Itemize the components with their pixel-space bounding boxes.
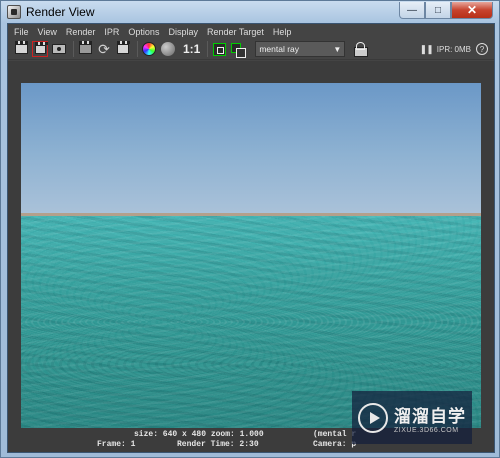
app-icon [7, 5, 21, 19]
render-sequence-icon[interactable] [115, 41, 131, 57]
camera-name: Camera: p [313, 440, 357, 449]
rgb-channels-icon[interactable] [141, 41, 157, 57]
window-controls: — □ ✕ [399, 2, 493, 19]
client-area: File View Render IPR Options Display Ren… [7, 23, 495, 453]
chevron-down-icon: ▼ [333, 44, 342, 54]
menu-help[interactable]: Help [273, 27, 292, 37]
redo-render-icon[interactable] [13, 41, 29, 57]
play-logo-icon [358, 402, 388, 433]
help-icon[interactable]: ? [476, 43, 488, 55]
menu-bar: File View Render IPR Options Display Ren… [8, 24, 494, 39]
remove-image-icon[interactable] [230, 41, 247, 58]
pause-icon[interactable]: ❚❚ [420, 44, 434, 55]
ipr-render-icon[interactable] [77, 41, 93, 57]
toolbar: ⟳ 1:1 mental ray ▼ ❚❚ IPR: 0MB ? [8, 39, 494, 60]
image-size-zoom: size: 640 x 480 zoom: 1.000 [134, 430, 264, 439]
maximize-button[interactable]: □ [425, 2, 451, 19]
watermark: 溜溜自学 ZIXUE.3D66.COM [352, 391, 472, 444]
alpha-channel-icon[interactable] [160, 41, 176, 57]
ipr-memory-label: IPR: 0MB [436, 44, 471, 54]
minimize-button[interactable]: — [399, 2, 425, 19]
real-size-button[interactable]: 1:1 [183, 41, 200, 57]
menu-view[interactable]: View [38, 27, 57, 37]
rendered-ocean-image [21, 83, 481, 428]
menu-render-target[interactable]: Render Target [207, 27, 264, 37]
refresh-icon[interactable]: ⟳ [96, 41, 112, 57]
renderer-tag: (mental r [313, 430, 357, 439]
render-time: Render Time: 2:30 [177, 440, 259, 449]
render-view-window: Render View — □ ✕ File View Render IPR O… [0, 0, 500, 458]
close-button[interactable]: ✕ [451, 2, 493, 19]
menu-file[interactable]: File [14, 27, 29, 37]
frame-number: Frame: 1 [97, 440, 136, 449]
menu-options[interactable]: Options [128, 27, 159, 37]
menu-display[interactable]: Display [168, 27, 198, 37]
menu-render[interactable]: Render [66, 27, 96, 37]
watermark-text: 溜溜自学 ZIXUE.3D66.COM [394, 402, 466, 434]
watermark-url: ZIXUE.3D66.COM [394, 426, 459, 434]
render-settings-icon[interactable] [345, 41, 369, 57]
render-region-icon[interactable] [32, 41, 48, 57]
sky [21, 83, 481, 214]
toolbar-separator [137, 41, 138, 57]
toolbar-separator [73, 41, 74, 57]
renderer-value: mental ray [259, 44, 300, 54]
keep-image-icon[interactable] [211, 41, 227, 57]
toolbar-right: ❚❚ IPR: 0MB ? [420, 43, 494, 55]
window-title: Render View [26, 5, 95, 19]
watermark-brand: 溜溜自学 [394, 406, 466, 426]
menu-ipr[interactable]: IPR [104, 27, 119, 37]
snapshot-icon[interactable] [51, 41, 67, 57]
renderer-dropdown[interactable]: mental ray ▼ [255, 41, 346, 57]
title-bar[interactable]: Render View — □ ✕ [1, 1, 499, 23]
toolbar-separator [207, 41, 209, 57]
